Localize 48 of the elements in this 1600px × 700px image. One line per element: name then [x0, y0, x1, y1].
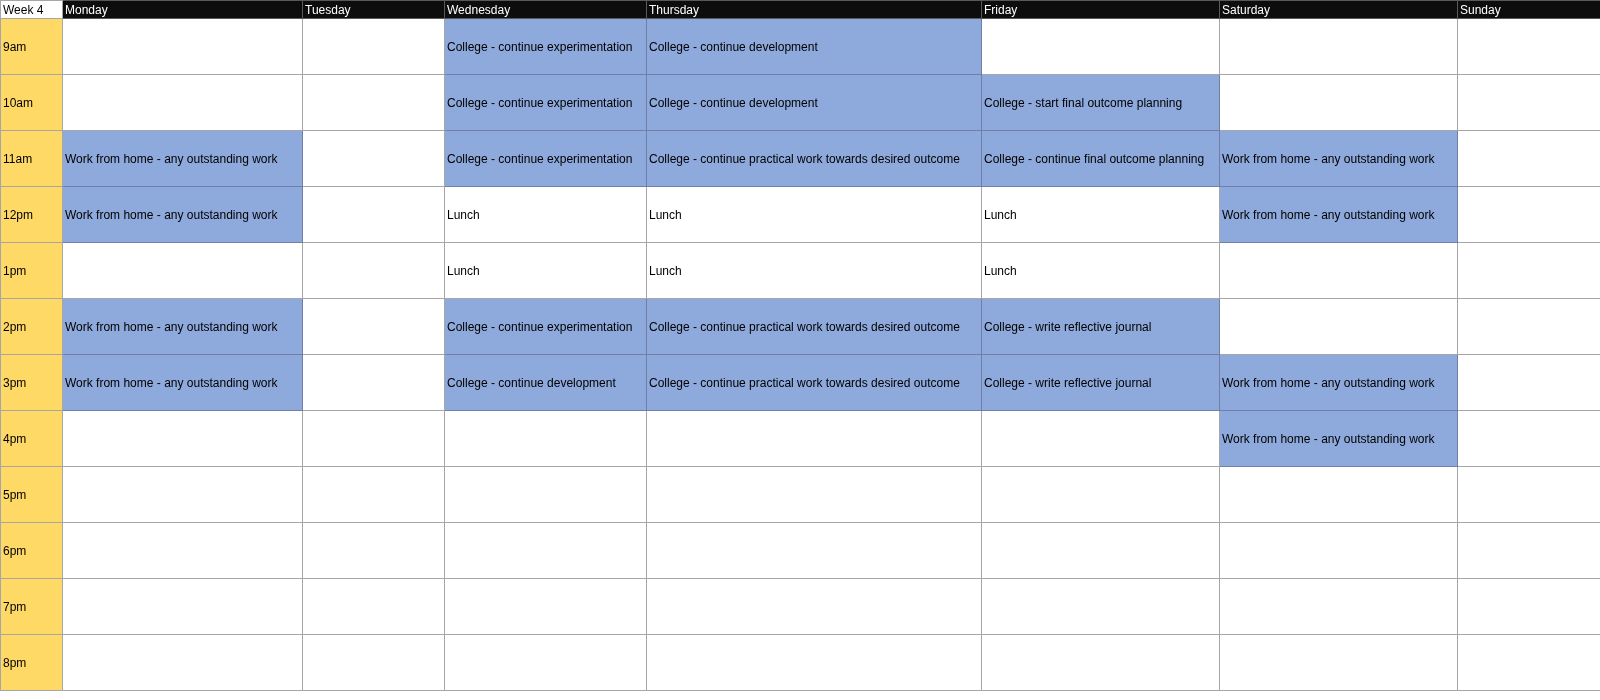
table-cell: Lunch [444, 242, 647, 299]
table-cell: Work from home - any outstanding work [1219, 354, 1458, 411]
time-cell: 1pm [0, 242, 63, 299]
day-header: Thursday [646, 0, 982, 19]
table-cell: Lunch [981, 186, 1220, 243]
table-cell: Lunch [646, 186, 982, 243]
table-cell: College - continue development [646, 74, 982, 131]
time-cell: 3pm [0, 354, 63, 411]
table-cell: College - write reflective journal [981, 298, 1220, 355]
time-cell: 4pm [0, 410, 63, 467]
day-header: Friday [981, 0, 1220, 19]
table-cell: College - continue experimentation [444, 18, 647, 75]
table-cell: Work from home - any outstanding work [1219, 130, 1458, 187]
time-cell: 11am [0, 130, 63, 187]
time-cell: 7pm [0, 578, 63, 635]
day-header: Monday [62, 0, 303, 19]
table-cell: College - continue development [444, 354, 647, 411]
time-cell: 6pm [0, 522, 63, 579]
table-cell: Lunch [444, 186, 647, 243]
table-cell: College - continue development [646, 18, 982, 75]
table-cell: College - continue practical work towards desired outcome [646, 130, 982, 187]
table-cell: Work from home - any outstanding work [1219, 186, 1458, 243]
table-cell: College - continue experimentation [444, 130, 647, 187]
time-cell: 8pm [0, 634, 63, 691]
time-cell: 10am [0, 74, 63, 131]
table-cell: Work from home - any outstanding work [1219, 410, 1458, 467]
day-header: Tuesday [302, 0, 445, 19]
table-cell: College - write reflective journal [981, 354, 1220, 411]
table-cell: Lunch [981, 242, 1220, 299]
table-cell: Work from home - any outstanding work [62, 186, 303, 243]
table-cell: College - continue practical work towards desired outcome [646, 298, 982, 355]
week-label: Week 4 [0, 0, 63, 19]
time-cell: 9am [0, 18, 63, 75]
table-cell: College - continue experimentation [444, 74, 647, 131]
time-cell: 12pm [0, 186, 63, 243]
day-header: Wednesday [444, 0, 647, 19]
table-cell: College - continue practical work towards desired outcome [646, 354, 982, 411]
time-cell: 5pm [0, 466, 63, 523]
day-header: Saturday [1219, 0, 1458, 19]
time-cell: 2pm [0, 298, 63, 355]
table-cell: Work from home - any outstanding work [62, 298, 303, 355]
table-cell: College - continue final outcome planning [981, 130, 1220, 187]
table-cell: College - start final outcome planning [981, 74, 1220, 131]
table-cell: Work from home - any outstanding work [62, 354, 303, 411]
day-header: Sunday [1457, 0, 1600, 19]
table-cell: Work from home - any outstanding work [62, 130, 303, 187]
table-cell: Lunch [646, 242, 982, 299]
table-cell: College - continue experimentation [444, 298, 647, 355]
